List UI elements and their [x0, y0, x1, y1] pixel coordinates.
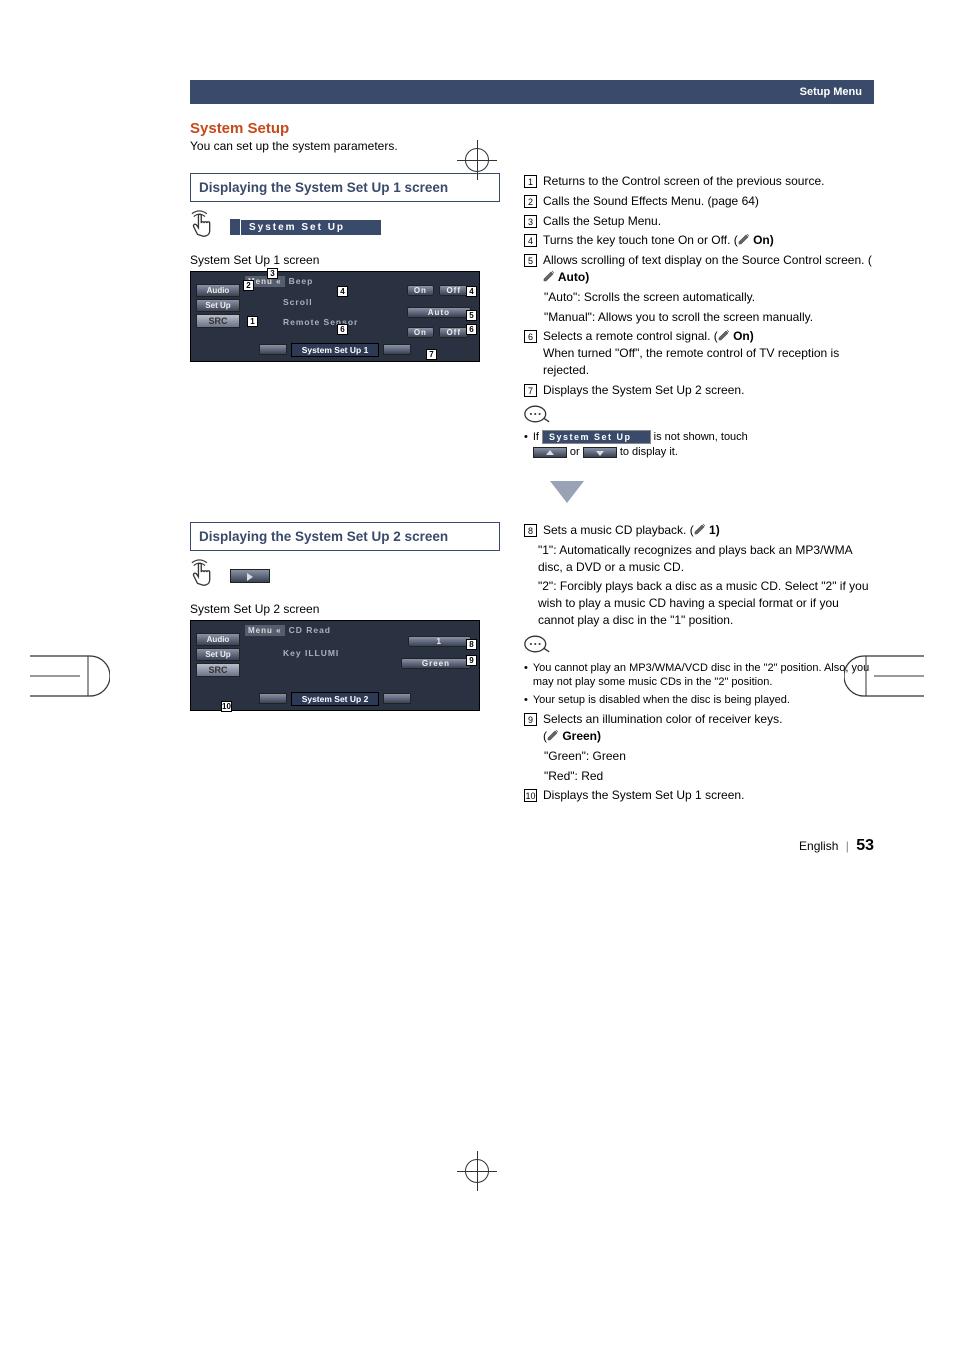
screen-footer-1: System Set Up 1	[291, 343, 380, 357]
touch-hand-icon	[190, 210, 220, 245]
pencil-icon	[718, 329, 730, 343]
panel2-heading-box: Displaying the System Set Up 2 screen	[190, 522, 500, 551]
touch-hand-icon	[190, 559, 220, 594]
callout-8: 8	[466, 639, 477, 650]
callout-3: 3	[267, 268, 278, 279]
panel1-heading: Displaying the System Set Up 1 screen	[199, 180, 491, 197]
note-2a: •You cannot play an MP3/WMA/VCD disc in …	[524, 661, 874, 691]
nav-down-button[interactable]	[583, 447, 617, 458]
pencil-icon	[694, 523, 706, 537]
setup-button[interactable]: Set Up	[196, 299, 240, 312]
panel2-caption: System Set Up 2 screen	[190, 602, 500, 616]
next-page-button[interactable]	[383, 344, 411, 355]
callout-2: 2	[243, 280, 254, 291]
pencil-icon	[543, 270, 555, 284]
prev-page-button[interactable]	[259, 693, 287, 704]
panel1-heading-box: Displaying the System Set Up 1 screen	[190, 173, 500, 202]
menu-keyillumi-label: Key ILLUMI	[283, 648, 339, 658]
next-page-button[interactable]	[383, 693, 411, 704]
inline-system-tab[interactable]: System Set Up	[542, 430, 651, 444]
menu-scroll-label: Scroll	[283, 297, 313, 307]
num-1: 1	[524, 175, 537, 188]
device-screen-2: 8 9 10 Audio Set Up SRC Menu « CD Read	[190, 620, 480, 711]
system-setup-tab[interactable]: System Set Up	[230, 219, 382, 236]
footer-lang: English	[799, 839, 838, 853]
down-arrow-icon	[260, 481, 874, 508]
num-2: 2	[524, 195, 537, 208]
device-screen-1: 3 2 4 4 5 6 6 1 7 Audio Set Up SRC	[190, 271, 480, 362]
audio-button[interactable]: Audio	[196, 633, 240, 646]
callout-6b: 6	[466, 324, 477, 335]
panel2-heading: Displaying the System Set Up 2 screen	[199, 529, 491, 546]
header-bar: Setup Menu	[190, 80, 874, 104]
crop-mark-bottom	[457, 1151, 497, 1191]
callout-4b: 4	[466, 286, 477, 297]
num-6: 6	[524, 330, 537, 343]
remote-off-button[interactable]: Off	[439, 327, 468, 338]
callout-7: 7	[426, 349, 437, 360]
pencil-icon	[738, 233, 750, 247]
remote-on-button[interactable]: On	[407, 327, 434, 338]
binder-hole-right	[844, 646, 924, 706]
num-9: 9	[524, 713, 537, 726]
callout-1: 1	[247, 316, 258, 327]
audio-button[interactable]: Audio	[196, 284, 240, 297]
callout-9: 9	[466, 655, 477, 666]
page-number: 53	[856, 837, 874, 854]
num-3: 3	[524, 215, 537, 228]
crop-mark-top	[457, 140, 497, 180]
beep-off-button[interactable]: Off	[439, 285, 468, 296]
breadcrumb: Setup Menu	[800, 86, 862, 98]
next-button[interactable]	[230, 569, 270, 583]
page-footer: English | 53	[190, 837, 874, 855]
menu-button[interactable]: Menu «	[245, 625, 285, 636]
callout-5: 5	[466, 310, 477, 321]
block-1: Displaying the System Set Up 1 screen Sy…	[190, 173, 874, 463]
scroll-auto-button[interactable]: Auto	[407, 307, 471, 318]
desc-list-1: 1Returns to the Control screen of the pr…	[524, 173, 874, 460]
menu-cdread-label: CD Read	[289, 625, 331, 635]
panel1-caption: System Set Up 1 screen	[190, 253, 500, 267]
num-5: 5	[524, 254, 537, 267]
num-7: 7	[524, 384, 537, 397]
section-title: System Setup	[190, 120, 874, 137]
page: Setup Menu System Setup You can set up t…	[0, 0, 954, 1351]
prev-page-button[interactable]	[259, 344, 287, 355]
note-icon	[524, 404, 550, 429]
pencil-icon	[547, 729, 559, 743]
callout-6a: 6	[337, 324, 348, 335]
num-10: 10	[524, 789, 537, 802]
setup-button[interactable]: Set Up	[196, 648, 240, 661]
desc-list-2: 8Sets a music CD playback. ( 1) "1": Aut…	[524, 522, 874, 804]
src-button[interactable]: SRC	[196, 663, 240, 677]
note-1: • If System Set Up is not shown, touch o…	[524, 430, 874, 460]
note-icon	[524, 634, 550, 659]
src-button[interactable]: SRC	[196, 314, 240, 328]
num-4: 4	[524, 234, 537, 247]
keyillumi-value-button[interactable]: Green	[401, 658, 471, 669]
beep-on-button[interactable]: On	[407, 285, 434, 296]
callout-10: 10	[221, 701, 232, 712]
note-2b: •Your setup is disabled when the disc is…	[524, 693, 874, 708]
menu-beep-label: Beep	[289, 276, 314, 286]
section-intro: You can set up the system parameters.	[190, 139, 874, 153]
num-8: 8	[524, 524, 537, 537]
nav-up-button[interactable]	[533, 447, 567, 458]
binder-hole-left	[30, 646, 110, 706]
cdread-value-button[interactable]: 1	[408, 636, 471, 647]
screen-footer-2: System Set Up 2	[291, 692, 380, 706]
block-2: Displaying the System Set Up 2 screen Sy…	[190, 522, 874, 807]
callout-4a: 4	[337, 286, 348, 297]
